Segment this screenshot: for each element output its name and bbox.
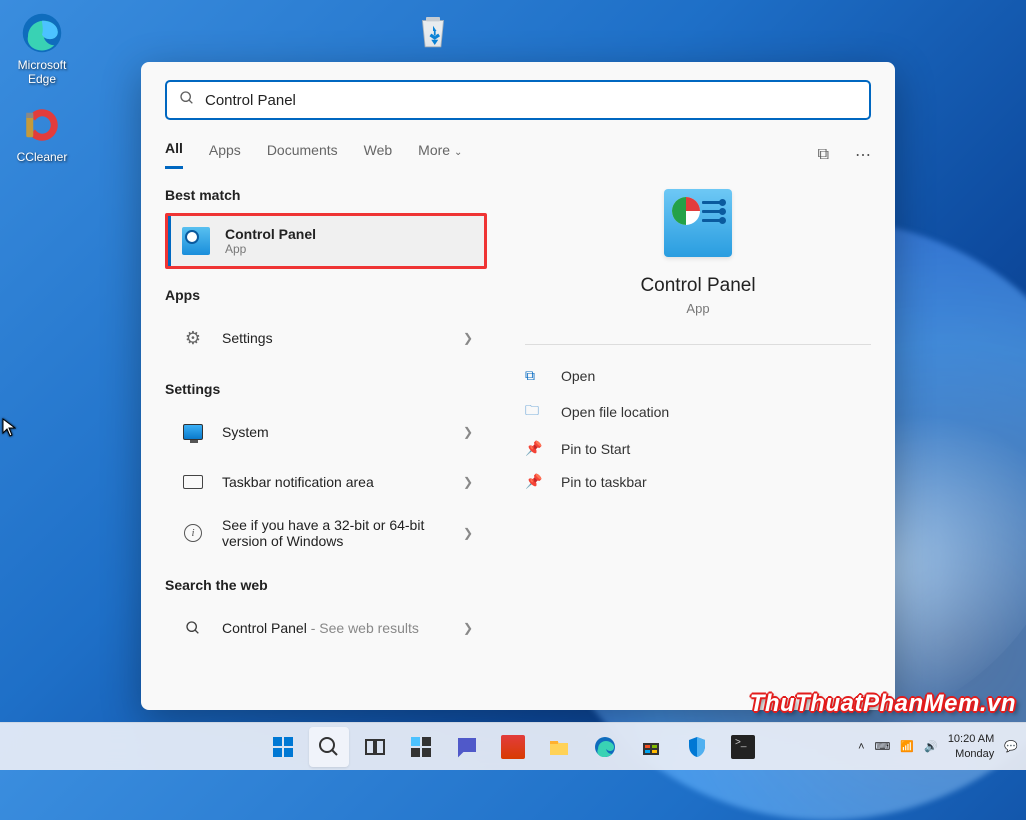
action-pin-taskbar[interactable]: 📌Pin to taskbar [525,465,871,498]
start-button[interactable] [263,727,303,767]
action-open-location[interactable]: 🗀Open file location [525,392,871,432]
preview-subtitle: App [686,301,709,316]
open-icon: ⧉ [525,367,547,384]
taskbar-security[interactable] [677,727,717,767]
volume-icon[interactable]: 🔊 [924,740,938,753]
action-pin-start[interactable]: 📌Pin to Start [525,432,871,465]
more-options-icon[interactable]: ⋯ [855,145,871,165]
preview-title: Control Panel [640,275,755,297]
search-box[interactable] [165,80,871,120]
search-icon [179,90,195,111]
result-system[interactable]: System ❯ [165,407,487,457]
tab-apps[interactable]: Apps [209,142,241,168]
desktop-icon-edge[interactable]: Microsoft Edge [4,12,80,86]
section-web: Search the web [165,577,487,593]
info-icon: i [184,524,202,542]
chevron-down-icon: ⌄ [454,147,462,158]
taskbar-explorer[interactable] [539,727,579,767]
notifications-icon[interactable]: 💬 [1004,740,1018,753]
chevron-right-icon: ❯ [463,425,473,439]
pin-icon: 📌 [525,473,547,490]
control-panel-icon [182,227,210,255]
wifi-icon[interactable]: 📶 [900,740,914,753]
desktop-label: Microsoft Edge [4,58,80,86]
desktop-icon-ccleaner[interactable]: CCleaner [4,104,80,164]
section-best-match: Best match [165,187,487,203]
chevron-right-icon: ❯ [463,331,473,345]
clock[interactable]: 10:20 AM Monday [948,732,994,761]
watermark: ThuThuatPhanMem.vn [750,690,1016,718]
desktop-icon-recycle[interactable] [395,10,471,56]
keyboard-icon[interactable]: ⌨ [875,740,891,753]
chevron-right-icon: ❯ [463,475,473,489]
divider [525,344,871,345]
section-settings: Settings [165,381,487,397]
task-view[interactable] [355,727,395,767]
folder-icon: 🗀 [525,400,547,424]
filter-icon[interactable]: ⧉ [818,146,829,164]
system-tray[interactable]: ˄ ⌨ 📶 🔊 10:20 AM Monday 💬 [858,732,1018,761]
taskbar-icon [183,475,203,489]
tab-web[interactable]: Web [364,142,393,168]
control-panel-large-icon [664,189,732,257]
monitor-icon [183,424,203,440]
taskbar-store[interactable] [631,727,671,767]
preview-pane: Control Panel App ⧉Open 🗀Open file locat… [495,169,871,710]
pin-icon: 📌 [525,440,547,457]
search-icon [178,613,208,643]
gear-icon: ⚙ [185,328,201,349]
widgets[interactable] [401,727,441,767]
cursor-icon [2,418,16,443]
chevron-right-icon: ❯ [463,526,473,540]
result-web-control-panel[interactable]: Control Panel - See web results ❯ [165,603,487,653]
taskbar-search[interactable] [309,727,349,767]
chevron-right-icon: ❯ [463,621,473,635]
taskbar-office[interactable] [493,727,533,767]
taskbar-terminal[interactable]: >_ [723,727,763,767]
highlight-annotation: Control Panel App [165,213,487,269]
tab-more[interactable]: More ⌄ [418,142,462,168]
taskbar-edge[interactable] [585,727,625,767]
tray-chevron-icon[interactable]: ˄ [858,741,864,753]
search-tabs: All Apps Documents Web More ⌄ ⧉ ⋯ [165,140,871,169]
search-input[interactable] [205,92,857,109]
section-apps: Apps [165,287,487,303]
desktop-label: CCleaner [4,150,80,164]
result-taskbar-notification[interactable]: Taskbar notification area ❯ [165,457,487,507]
start-search-panel: All Apps Documents Web More ⌄ ⧉ ⋯ Best m… [141,62,895,710]
result-title: Control Panel [225,226,478,242]
result-subtitle: App [225,242,478,256]
taskbar-chat[interactable] [447,727,487,767]
result-settings-app[interactable]: ⚙ Settings ❯ [165,313,487,363]
tab-all[interactable]: All [165,140,183,169]
action-open[interactable]: ⧉Open [525,359,871,392]
tab-documents[interactable]: Documents [267,142,338,168]
result-control-panel[interactable]: Control Panel App [168,216,484,266]
result-32-64-bit[interactable]: i See if you have a 32-bit or 64-bit ver… [165,507,487,559]
taskbar: >_ ˄ ⌨ 📶 🔊 10:20 AM Monday 💬 [0,722,1026,770]
